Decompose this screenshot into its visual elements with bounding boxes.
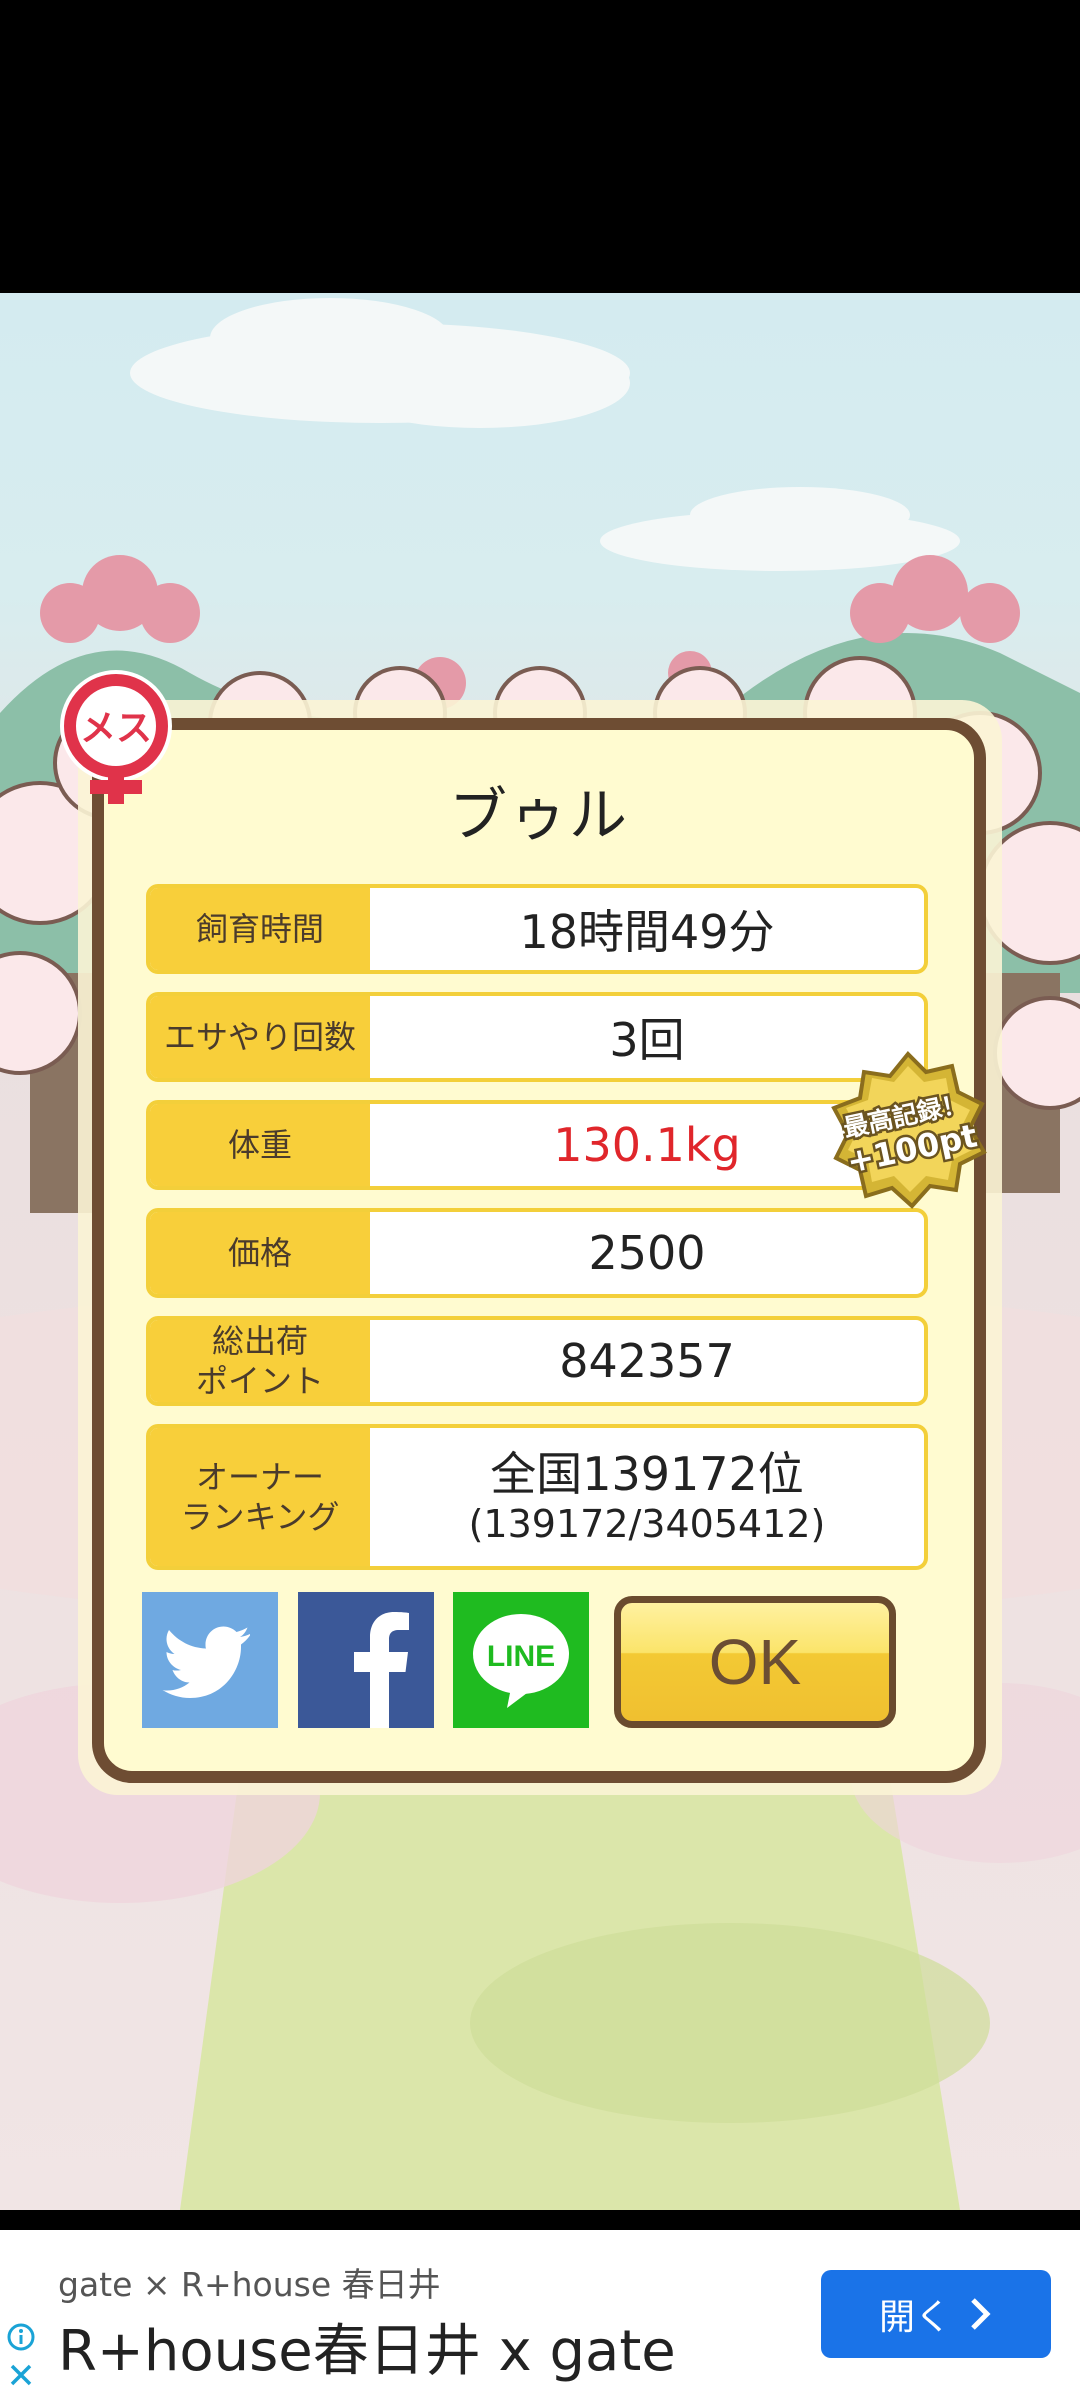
- stat-value: 全国139172位 (139172/3405412): [370, 1428, 924, 1566]
- stat-label: エサやり回数: [150, 996, 370, 1078]
- ok-label: OK: [708, 1626, 802, 1698]
- stat-value: 18時間49分: [519, 905, 775, 959]
- twitter-share-button[interactable]: [142, 1592, 278, 1728]
- pet-name: ブゥル: [448, 781, 629, 849]
- line-logo-icon: LINE: [473, 1614, 569, 1708]
- facebook-share-button[interactable]: [298, 1592, 434, 1728]
- stat-row-ranking: オーナー ランキング 全国139172位 (139172/3405412): [146, 1424, 928, 1570]
- ad-banner[interactable]: gate × R+house 春日井 R+house春日井 x gate 開く: [0, 2230, 1080, 2400]
- ok-button[interactable]: OK: [614, 1596, 896, 1728]
- stat-row-price: 価格 2500: [146, 1208, 928, 1298]
- line-share-button[interactable]: LINE: [453, 1592, 589, 1728]
- close-icon[interactable]: [6, 2360, 36, 2390]
- line-text: LINE: [487, 1640, 555, 1673]
- chevron-right-icon: [971, 2298, 991, 2330]
- status-bar-area: [0, 0, 1080, 293]
- stat-label: 価格: [150, 1212, 370, 1294]
- ad-open-button[interactable]: 開く: [821, 2270, 1051, 2358]
- stat-label: オーナー ランキング: [150, 1428, 370, 1566]
- twitter-bird-icon: [162, 1626, 250, 1698]
- stat-row-feed-count: エサやり回数 3回: [146, 992, 928, 1082]
- nav-divider: [0, 2210, 1080, 2230]
- stat-row-feeding-time: 飼育時間 18時間49分: [146, 884, 928, 974]
- stat-label: 飼育時間: [150, 888, 370, 970]
- ranking-value: 全国139172位: [490, 1447, 804, 1501]
- ranking-detail: (139172/3405412): [468, 1502, 826, 1546]
- stat-row-total-points: 総出荷 ポイント 842357: [146, 1316, 928, 1406]
- ad-open-label: 開く: [878, 2297, 951, 2338]
- stat-value: 842357: [559, 1334, 735, 1388]
- stat-label: 体重: [150, 1104, 370, 1186]
- stat-label: 総出荷 ポイント: [150, 1320, 370, 1402]
- stat-label-line: ポイント: [195, 1362, 324, 1400]
- record-badge: 最高記録！ +100pt: [831, 1051, 987, 1209]
- ad-headline[interactable]: R+house春日井 x gate: [58, 2306, 676, 2387]
- female-gender-icon: メス: [60, 670, 172, 804]
- ad-subline: gate × R+house 春日井: [58, 2265, 441, 2304]
- gender-label: メス: [80, 708, 152, 749]
- stat-label-line: 総出荷: [211, 1322, 308, 1360]
- facebook-f-icon: [354, 1612, 409, 1728]
- stat-label-line: オーナー: [195, 1458, 324, 1496]
- stat-value: 2500: [588, 1226, 706, 1280]
- info-icon[interactable]: [6, 2322, 36, 2352]
- stat-label-line: ランキング: [180, 1498, 340, 1536]
- stat-row-weight: 体重 130.1kg: [146, 1100, 928, 1190]
